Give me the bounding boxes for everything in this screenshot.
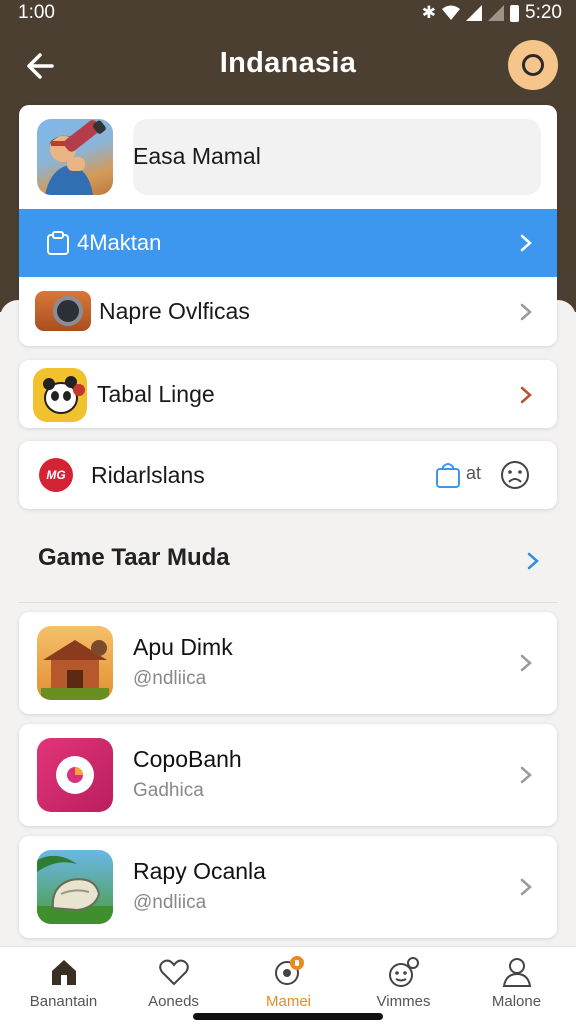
nav-item-games[interactable]: Mamei [231,955,346,1015]
search-input[interactable]: Easa Mamal [133,119,541,195]
section-header[interactable]: Game Taar Muda [38,544,558,580]
status-time: 1:00 [18,2,55,23]
home-indicator [193,1013,383,1020]
nav-label: Banantain [29,993,98,1010]
chevron-right-icon [520,878,532,896]
camera-icon [35,291,91,331]
game-name: Rapy Ocanla [133,858,266,884]
ridar-badge-text: at [466,463,482,483]
bluetooth-icon: ✱ [421,3,437,22]
game-list-item[interactable]: Rapy Ocanla @ndliica [19,836,557,938]
menu-item-ridar-label: Ridarlslans [91,462,205,488]
search-row: Easa Mamal [19,105,557,209]
chevron-right-icon [520,234,532,252]
sad-face-icon[interactable] [499,459,531,491]
divider [19,602,557,603]
status-bar: 1:00 ✱ 5:20 [0,0,576,26]
home-icon [51,960,76,985]
menu-item-napre-label: Napre Ovlficas [99,298,250,324]
status-icons: ✱ 5:20 [422,2,562,24]
menu-item-tabal[interactable]: Tabal Linge [19,360,557,428]
chevron-right-icon [520,766,532,784]
menu-item-napre[interactable]: Napre Ovlficas [19,277,557,346]
game-character-icon[interactable] [37,119,113,195]
temple-game-icon [37,626,113,700]
heart-icon [158,959,189,986]
section-title: Game Taar Muda [38,544,230,571]
menu-item-maktan-label-wrap: 4Maktan [45,230,161,256]
controller-icon [388,957,419,987]
battery-icon [510,4,520,22]
panda-game-icon [33,368,87,422]
nav-label: Aoneds [148,993,199,1010]
copo-game-icon [37,738,113,812]
signal-icon [466,5,483,21]
app-bar: Indanasia [0,34,576,94]
chevron-right-icon [520,303,532,321]
game-name: CopoBanh [133,746,242,772]
top-menu-card: Easa Mamal 4Maktan Napre Ovlficas [19,105,557,346]
character-illustration [45,120,106,195]
nav-item-favorites[interactable]: Aoneds [116,955,231,1015]
chevron-right-icon [520,386,532,404]
games-icon [274,956,304,985]
chevron-right-icon [520,654,532,672]
menu-item-ridar[interactable]: MG Ridarlslans at [19,441,557,509]
game-subtitle: @ndliica [133,892,207,913]
game-list-item[interactable]: Apu Dimk @ndliica [19,612,557,714]
nav-label: Malone [491,993,542,1010]
nav-item-home[interactable]: Banantain [6,955,121,1015]
page-title: Indanasia [219,47,357,79]
person-icon [502,958,531,987]
game-subtitle: @ndliica [133,668,207,689]
chevron-right-icon [527,552,539,570]
nav-label: Mamei [265,993,311,1010]
menu-item-tabal-label: Tabal Linge [97,381,215,407]
signal-icon-secondary [488,5,505,21]
jungle-game-icon [37,850,113,924]
game-subtitle: Gadhica [133,780,204,801]
status-time-secondary: 5:20 [525,2,562,23]
nav-item-controller[interactable]: Vimmes [346,955,461,1015]
profile-button[interactable] [508,40,558,90]
game-name: Apu Dimk [133,634,233,660]
menu-item-maktan[interactable]: 4Maktan [19,209,557,277]
game-list-item[interactable]: CopoBanh Gadhica [19,724,557,826]
wifi-icon [442,5,461,20]
shopping-bag-icon[interactable] [435,461,461,489]
nav-label: Vimmes [376,993,431,1010]
menu-item-maktan-label: 4Maktan [77,230,162,255]
nav-item-profile[interactable]: Malone [459,955,574,1015]
profile-icon [522,54,544,76]
ridar-logo-icon: MG [39,458,73,492]
clipboard-icon [47,231,69,255]
